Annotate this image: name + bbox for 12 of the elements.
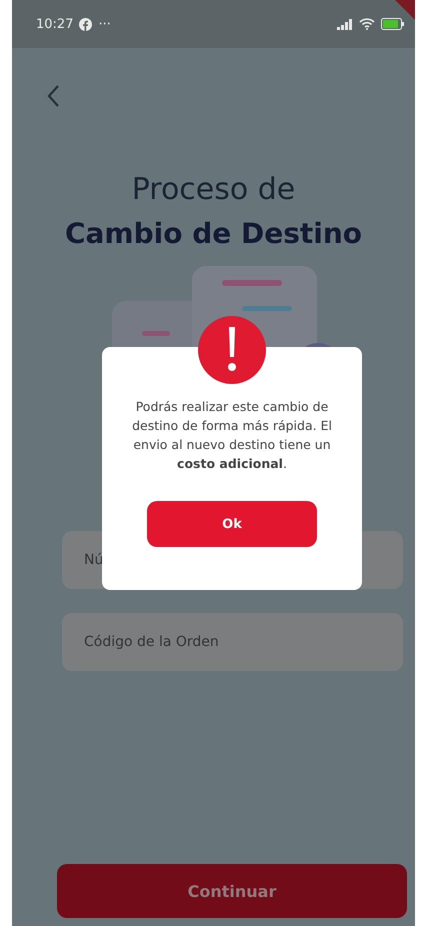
back-icon[interactable] [46,84,60,108]
ok-button[interactable]: Ok [147,501,317,547]
facebook-icon [79,18,92,30]
more-dots: ··· [98,16,111,32]
dialog-message: Podrás realizar este cambio de destino de forma más rápida. El envio al nuevo destino tiene un costo adicional. [131,398,333,473]
signal-icon [337,18,353,30]
status-time: 10:27 [36,16,74,32]
battery-icon [381,18,405,30]
text-field[interactable]: Código de la Orden [62,613,403,671]
page-subtitle: Cambio de Destino [64,216,364,252]
wifi-icon [359,18,375,30]
page-title: Proceso de [130,171,296,209]
